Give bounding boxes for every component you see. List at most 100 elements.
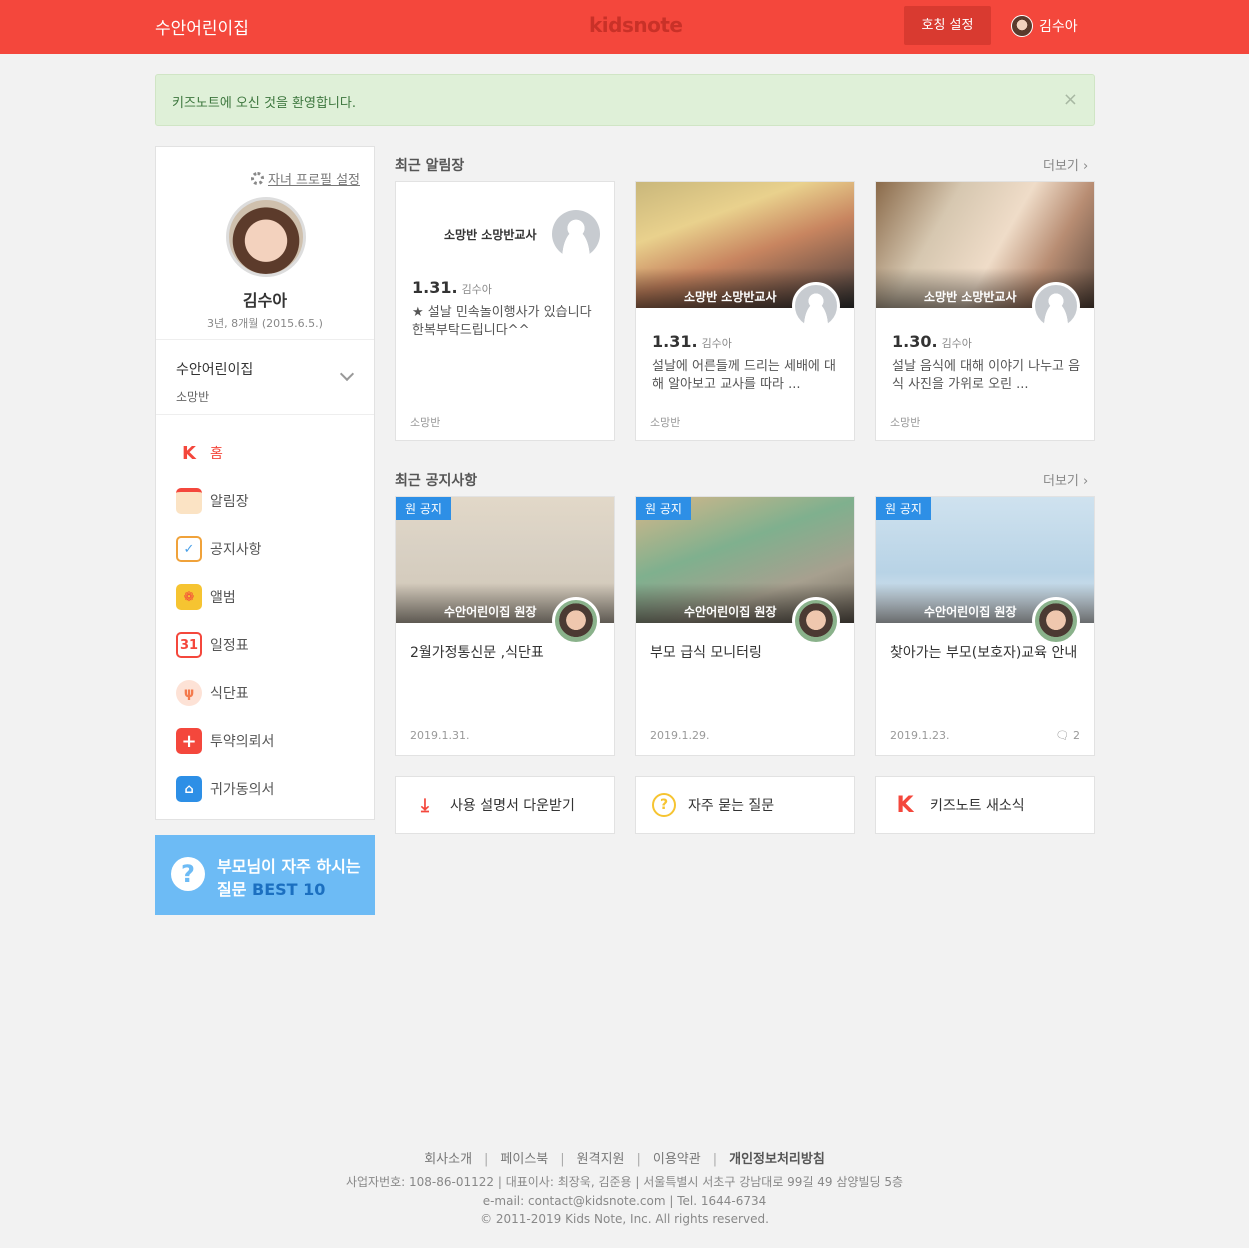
faq-line2: 질문 BEST 10 — [217, 880, 326, 899]
download-icon: ⤓ — [421, 794, 429, 816]
footer-link-terms[interactable]: 이용약관 — [653, 1152, 701, 1167]
school-name: 수안어린이집 — [176, 362, 254, 378]
close-icon[interactable]: × — [1063, 89, 1078, 110]
child-profile-settings-link[interactable]: 자녀 프로필 설정 — [251, 169, 360, 188]
footer-link-remote-support[interactable]: 원격지원 — [577, 1152, 625, 1167]
sidebar-item-notebook[interactable]: 알림장 — [176, 477, 366, 525]
button-label: 키즈노트 새소식 — [930, 798, 1025, 814]
user-menu[interactable]: 김수아 — [1011, 15, 1078, 37]
question-circle-icon: ? — [652, 793, 676, 817]
child-age: 3년, 8개월 (2015.6.5.) — [207, 317, 323, 330]
sidebar-item-schedule[interactable]: 31 일정표 — [176, 621, 366, 669]
notice-date: 2019.1.29. — [650, 729, 710, 742]
sidebar-item-label: 공지사항 — [210, 542, 262, 558]
sidebar-item-label: 홈 — [210, 446, 223, 462]
divider — [156, 414, 374, 415]
comment-count: 🗨 2 — [1055, 729, 1080, 742]
footer: 회사소개 | 페이스북 | 원격지원 | 이용약관 | 개인정보처리방침 사업자번호: 108-… — [0, 1148, 1249, 1226]
child-avatar — [226, 197, 306, 277]
question-bubble-icon: ? — [171, 857, 205, 891]
recent-notices-title: 최근 공지사항 — [395, 473, 478, 489]
faq-best10-banner[interactable]: ? 부모님이 자주 하시는 질문 BEST 10 — [155, 835, 375, 915]
footer-business-info: 사업자번호: 108-86-01122 | 대표이사: 최장욱, 김준용 | 서… — [345, 1175, 904, 1189]
recent-notes-title: 최근 알림장 — [395, 158, 465, 174]
kidsnote-k-icon: K — [896, 792, 914, 818]
user-avatar — [1011, 15, 1033, 37]
nickname-settings-button[interactable]: 호칭 설정 — [904, 6, 991, 45]
card-body: ★ 설날 민속놀이행사가 있습니다 한복부탁드립니다^^ — [412, 305, 592, 338]
avatar — [1032, 597, 1080, 645]
kidsnote-news-button[interactable]: K 키즈노트 새소식 — [875, 776, 1095, 834]
notes-more-link[interactable]: 더보기 › — [1043, 155, 1088, 174]
divider — [156, 339, 374, 340]
notice-card[interactable]: 원 공지 수안어린이집 원장 부모 급식 모니터링 2019.1.29. — [635, 496, 855, 756]
manual-download-button[interactable]: ⤓ 사용 설명서 다운받기 — [395, 776, 615, 834]
sidebar-item-album[interactable]: ❁ 앨범 — [176, 573, 366, 621]
checklist-icon: ✓ — [176, 536, 202, 562]
notice-title: 찾아가는 부모(보호자)교육 안내 — [890, 645, 1078, 661]
footer-copyright: © 2011-2019 Kids Note, Inc. All rights r… — [480, 1212, 769, 1226]
avatar — [552, 597, 600, 645]
card-date: 1.31. 김수아 — [412, 278, 492, 297]
footer-link-privacy[interactable]: 개인정보처리방침 — [729, 1152, 825, 1167]
faq-button[interactable]: ? 자주 묻는 질문 — [635, 776, 855, 834]
sidebar-item-label: 알림장 — [210, 494, 249, 510]
sidebar-item-home[interactable]: K 홈 — [176, 429, 366, 477]
notice-card[interactable]: 원 공지 수안어린이집 원장 찾아가는 부모(보호자)교육 안내 2019.1.… — [875, 496, 1095, 756]
center-name[interactable]: 수안어린이집 — [155, 14, 249, 39]
card-teacher: 수안어린이집 원장 — [924, 605, 1017, 619]
home-k-icon: K — [176, 440, 202, 466]
note-card[interactable]: 소망반 소망반교사 1.30. 김수아 설날 음식에 대해 이야기 나누고 음식 … — [875, 181, 1095, 441]
card-teacher: 소망반 소망반교사 — [924, 290, 1017, 304]
comment-icon: 🗨 — [1055, 729, 1070, 742]
card-body: 설날 음식에 대해 이야기 나누고 음식 사진을 가위로 오린 ... — [892, 359, 1081, 392]
footer-link-about[interactable]: 회사소개 — [424, 1152, 472, 1167]
sidebar-item-meal[interactable]: ψ 식단표 — [176, 669, 366, 717]
avatar — [792, 597, 840, 645]
card-teacher: 소망반 소망반교사 — [444, 228, 537, 242]
avatar — [552, 210, 600, 258]
card-date: 1.30. 김수아 — [892, 332, 972, 351]
sidebar-item-label: 일정표 — [210, 638, 249, 654]
avatar — [792, 282, 840, 330]
button-label: 사용 설명서 다운받기 — [450, 798, 575, 814]
fork-knife-icon: ψ — [176, 680, 202, 706]
note-card[interactable]: 소망반 소망반교사 1.31. 김수아 ★ 설날 민속놀이행사가 있습니다 한복부… — [395, 181, 615, 441]
notice-date: 2019.1.31. — [410, 729, 470, 742]
footer-link-facebook[interactable]: 페이스북 — [500, 1152, 548, 1167]
gear-icon — [251, 172, 264, 185]
card-body: 설날에 어른들께 드리는 세배에 대해 알아보고 교사를 따라 ... — [652, 359, 836, 392]
home-return-icon: ⌂ — [176, 776, 202, 802]
notice-card[interactable]: 원 공지 수안어린이집 원장 2월가정통신문 ,식단표 2019.1.31. — [395, 496, 615, 756]
top-header: 수안어린이집 kidsnote 호칭 설정 김수아 — [0, 0, 1249, 54]
child-name: 김수아 — [242, 291, 288, 310]
sidebar-item-notice[interactable]: ✓ 공지사항 — [176, 525, 366, 573]
notice-badge: 원 공지 — [396, 497, 451, 520]
album-icon: ❁ — [176, 584, 202, 610]
sidebar: 자녀 프로필 설정 김수아 3년, 8개월 (2015.6.5.) 수안어린이집… — [155, 146, 375, 820]
sidebar-item-label: 식단표 — [210, 686, 249, 702]
button-label: 자주 묻는 질문 — [688, 798, 775, 814]
sidebar-item-label: 귀가동의서 — [210, 782, 275, 798]
footer-links: 회사소개 | 페이스북 | 원격지원 | 이용약관 | 개인정보처리방침 — [424, 1152, 825, 1167]
notice-date: 2019.1.23. — [890, 729, 950, 742]
sidebar-item-label: 앨범 — [210, 590, 236, 606]
sidebar-item-medicine[interactable]: + 투약의뢰서 — [176, 717, 366, 765]
card-class: 소망반 — [410, 416, 441, 429]
faq-line1: 부모님이 자주 하시는 — [217, 857, 361, 876]
notices-more-link[interactable]: 더보기 › — [1043, 470, 1088, 489]
notice-title: 2월가정통신문 ,식단표 — [410, 645, 544, 661]
calendar-31-icon: 31 — [176, 632, 202, 658]
card-teacher: 수안어린이집 원장 — [444, 605, 537, 619]
chevron-down-icon[interactable] — [339, 366, 355, 382]
sidebar-item-label: 투약의뢰서 — [210, 734, 275, 750]
kidsnote-logo[interactable]: kidsnote — [589, 13, 683, 37]
sidebar-item-return-home[interactable]: ⌂ 귀가동의서 — [176, 765, 366, 813]
class-name: 소망반 — [176, 390, 210, 404]
note-card[interactable]: 소망반 소망반교사 1.31. 김수아 설날에 어른들께 드리는 세배에 대해 알… — [635, 181, 855, 441]
avatar — [1032, 282, 1080, 330]
alert-message: 키즈노트에 오신 것을 환영합니다. — [172, 96, 356, 111]
card-teacher: 수안어린이집 원장 — [684, 605, 777, 619]
medicine-plus-icon: + — [176, 728, 202, 754]
notebook-icon — [176, 488, 202, 514]
